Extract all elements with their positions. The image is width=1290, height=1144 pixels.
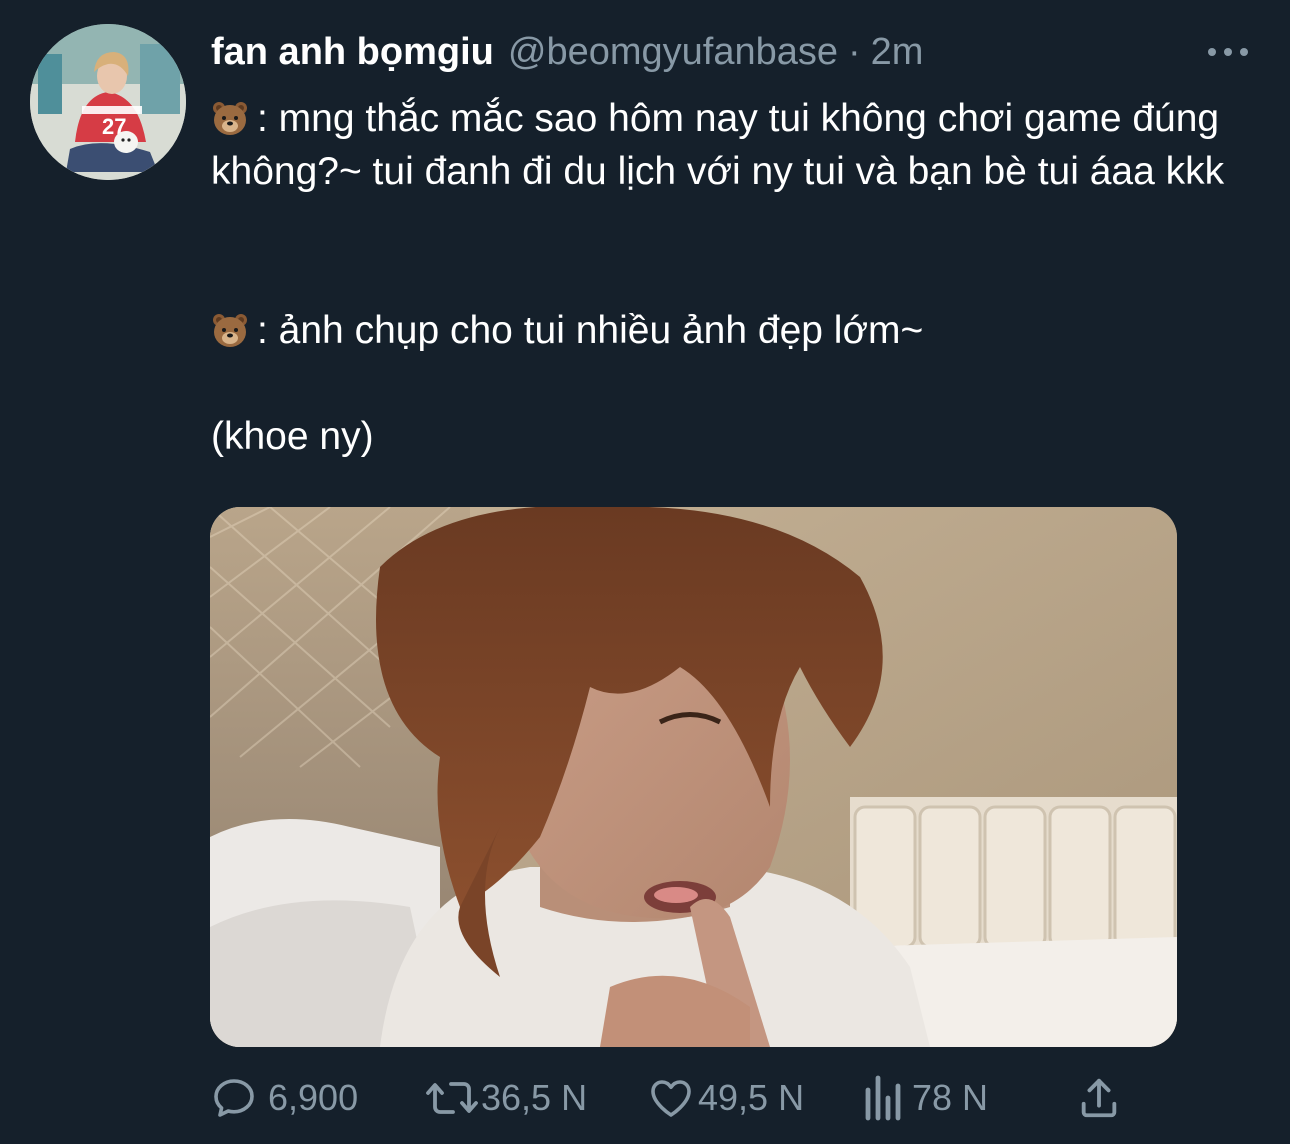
tweet-header: fan anh bọmgiu @beomgyufanbase · 2m [211, 28, 923, 76]
share-icon [1081, 1078, 1117, 1118]
tweet-paragraph-text: : mng thắc mắc sao hôm nay tui không chơ… [211, 97, 1225, 193]
tweet-photo[interactable] [210, 507, 1177, 1047]
views-icon [865, 1075, 901, 1121]
share-button[interactable] [1076, 1072, 1122, 1124]
views-count: 78 N [912, 1077, 989, 1118]
tweet-paragraph: : mng thắc mắc sao hôm nay tui không chơ… [211, 92, 1261, 198]
more-icon[interactable] [1208, 40, 1248, 64]
tweet-paragraph: : ảnh chụp cho tui nhiều ảnh đẹp lớm~ [211, 304, 1261, 357]
reply-count: 6,900 [268, 1077, 359, 1118]
bear-emoji-icon [211, 310, 249, 348]
author-name[interactable]: fan anh bọmgiu [211, 31, 494, 74]
reply-button[interactable]: 6,900 [210, 1072, 358, 1124]
action-bar: 6,900 36,5 N 49,5 N 78 N [210, 1072, 1130, 1124]
like-count: 49,5 N [698, 1077, 805, 1118]
bear-emoji-icon [211, 98, 249, 136]
timestamp[interactable]: 2m [871, 31, 924, 74]
views-button[interactable]: 78 N [862, 1072, 988, 1124]
tweet-text: : mng thắc mắc sao hôm nay tui không chơ… [211, 92, 1261, 463]
avatar[interactable]: 27 [30, 24, 186, 180]
author-handle[interactable]: @beomgyufanbase [508, 31, 838, 74]
like-icon [651, 1080, 691, 1117]
retweet-count: 36,5 N [481, 1077, 588, 1118]
separator: · [848, 30, 861, 73]
retweet-button[interactable]: 36,5 N [425, 1072, 587, 1124]
like-button[interactable]: 49,5 N [646, 1072, 804, 1124]
reply-icon [214, 1079, 254, 1117]
retweet-icon [426, 1082, 478, 1114]
tweet-paragraph: (khoe ny) [211, 415, 374, 458]
tweet-paragraph-text: : ảnh chụp cho tui nhiều ảnh đẹp lớm~ [257, 309, 924, 352]
tweet: 27 fan anh bọmgiu @beomgyufanbase · 2m:… [0, 0, 1290, 1144]
